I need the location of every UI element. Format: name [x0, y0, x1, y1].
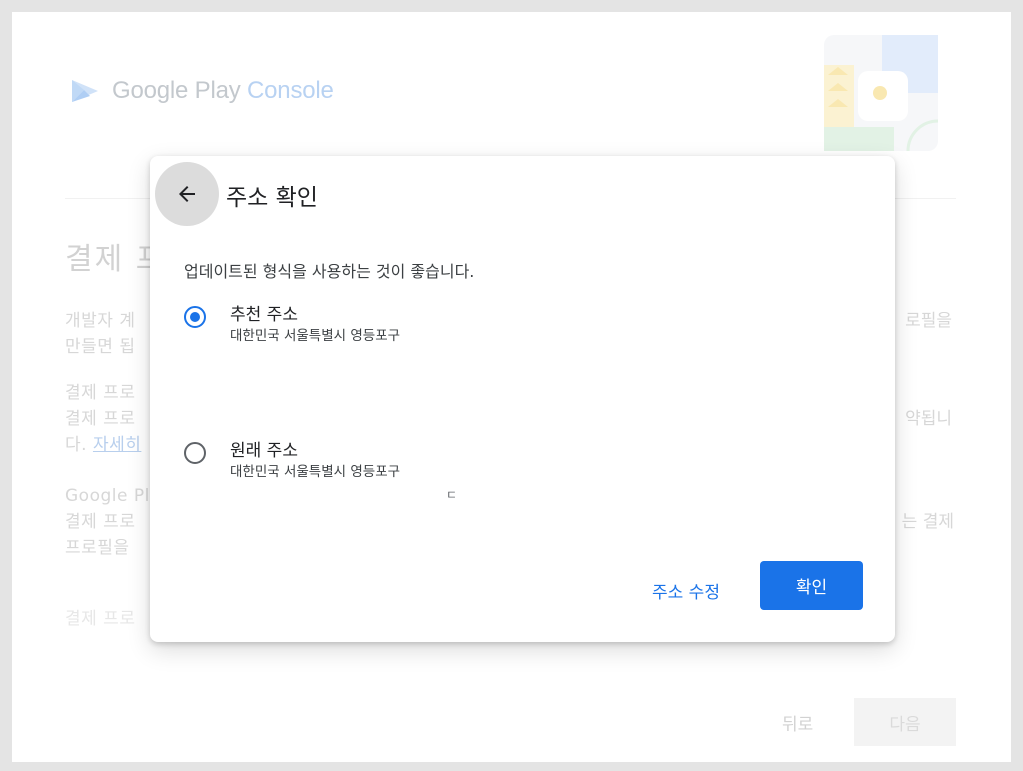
option-address: 대한민국 서울특별시 영등포구 — [230, 464, 401, 480]
option-original-address[interactable]: 원래 주소 대한민국 서울특별시 영등포구 ㄷ — [184, 440, 604, 503]
radio-original[interactable] — [184, 442, 206, 464]
page: Google Play Console 결제 프 개발자 계 만들면 됩 로필을… — [12, 12, 1011, 762]
dialog-back-button[interactable] — [155, 162, 219, 226]
option-label: 원래 주소 — [230, 441, 298, 461]
dialog-description: 업데이트된 형식을 사용하는 것이 좋습니다. — [184, 262, 475, 281]
option-label: 추천 주소 — [230, 305, 298, 325]
option-address-extra: ㄷ — [446, 488, 458, 502]
arrow-back-icon — [179, 186, 195, 202]
edit-address-button[interactable]: 주소 수정 — [646, 574, 726, 606]
dialog-title: 주소 확인 — [226, 185, 318, 211]
radio-recommended[interactable] — [184, 306, 206, 328]
option-recommended-address[interactable]: 추천 주소 대한민국 서울특별시 영등포구 — [184, 304, 604, 346]
address-verify-dialog: 주소 확인 업데이트된 형식을 사용하는 것이 좋습니다. 추천 주소 대한민국… — [150, 156, 895, 642]
option-address: 대한민국 서울특별시 영등포구 — [230, 328, 401, 344]
confirm-button[interactable]: 확인 — [760, 561, 863, 610]
